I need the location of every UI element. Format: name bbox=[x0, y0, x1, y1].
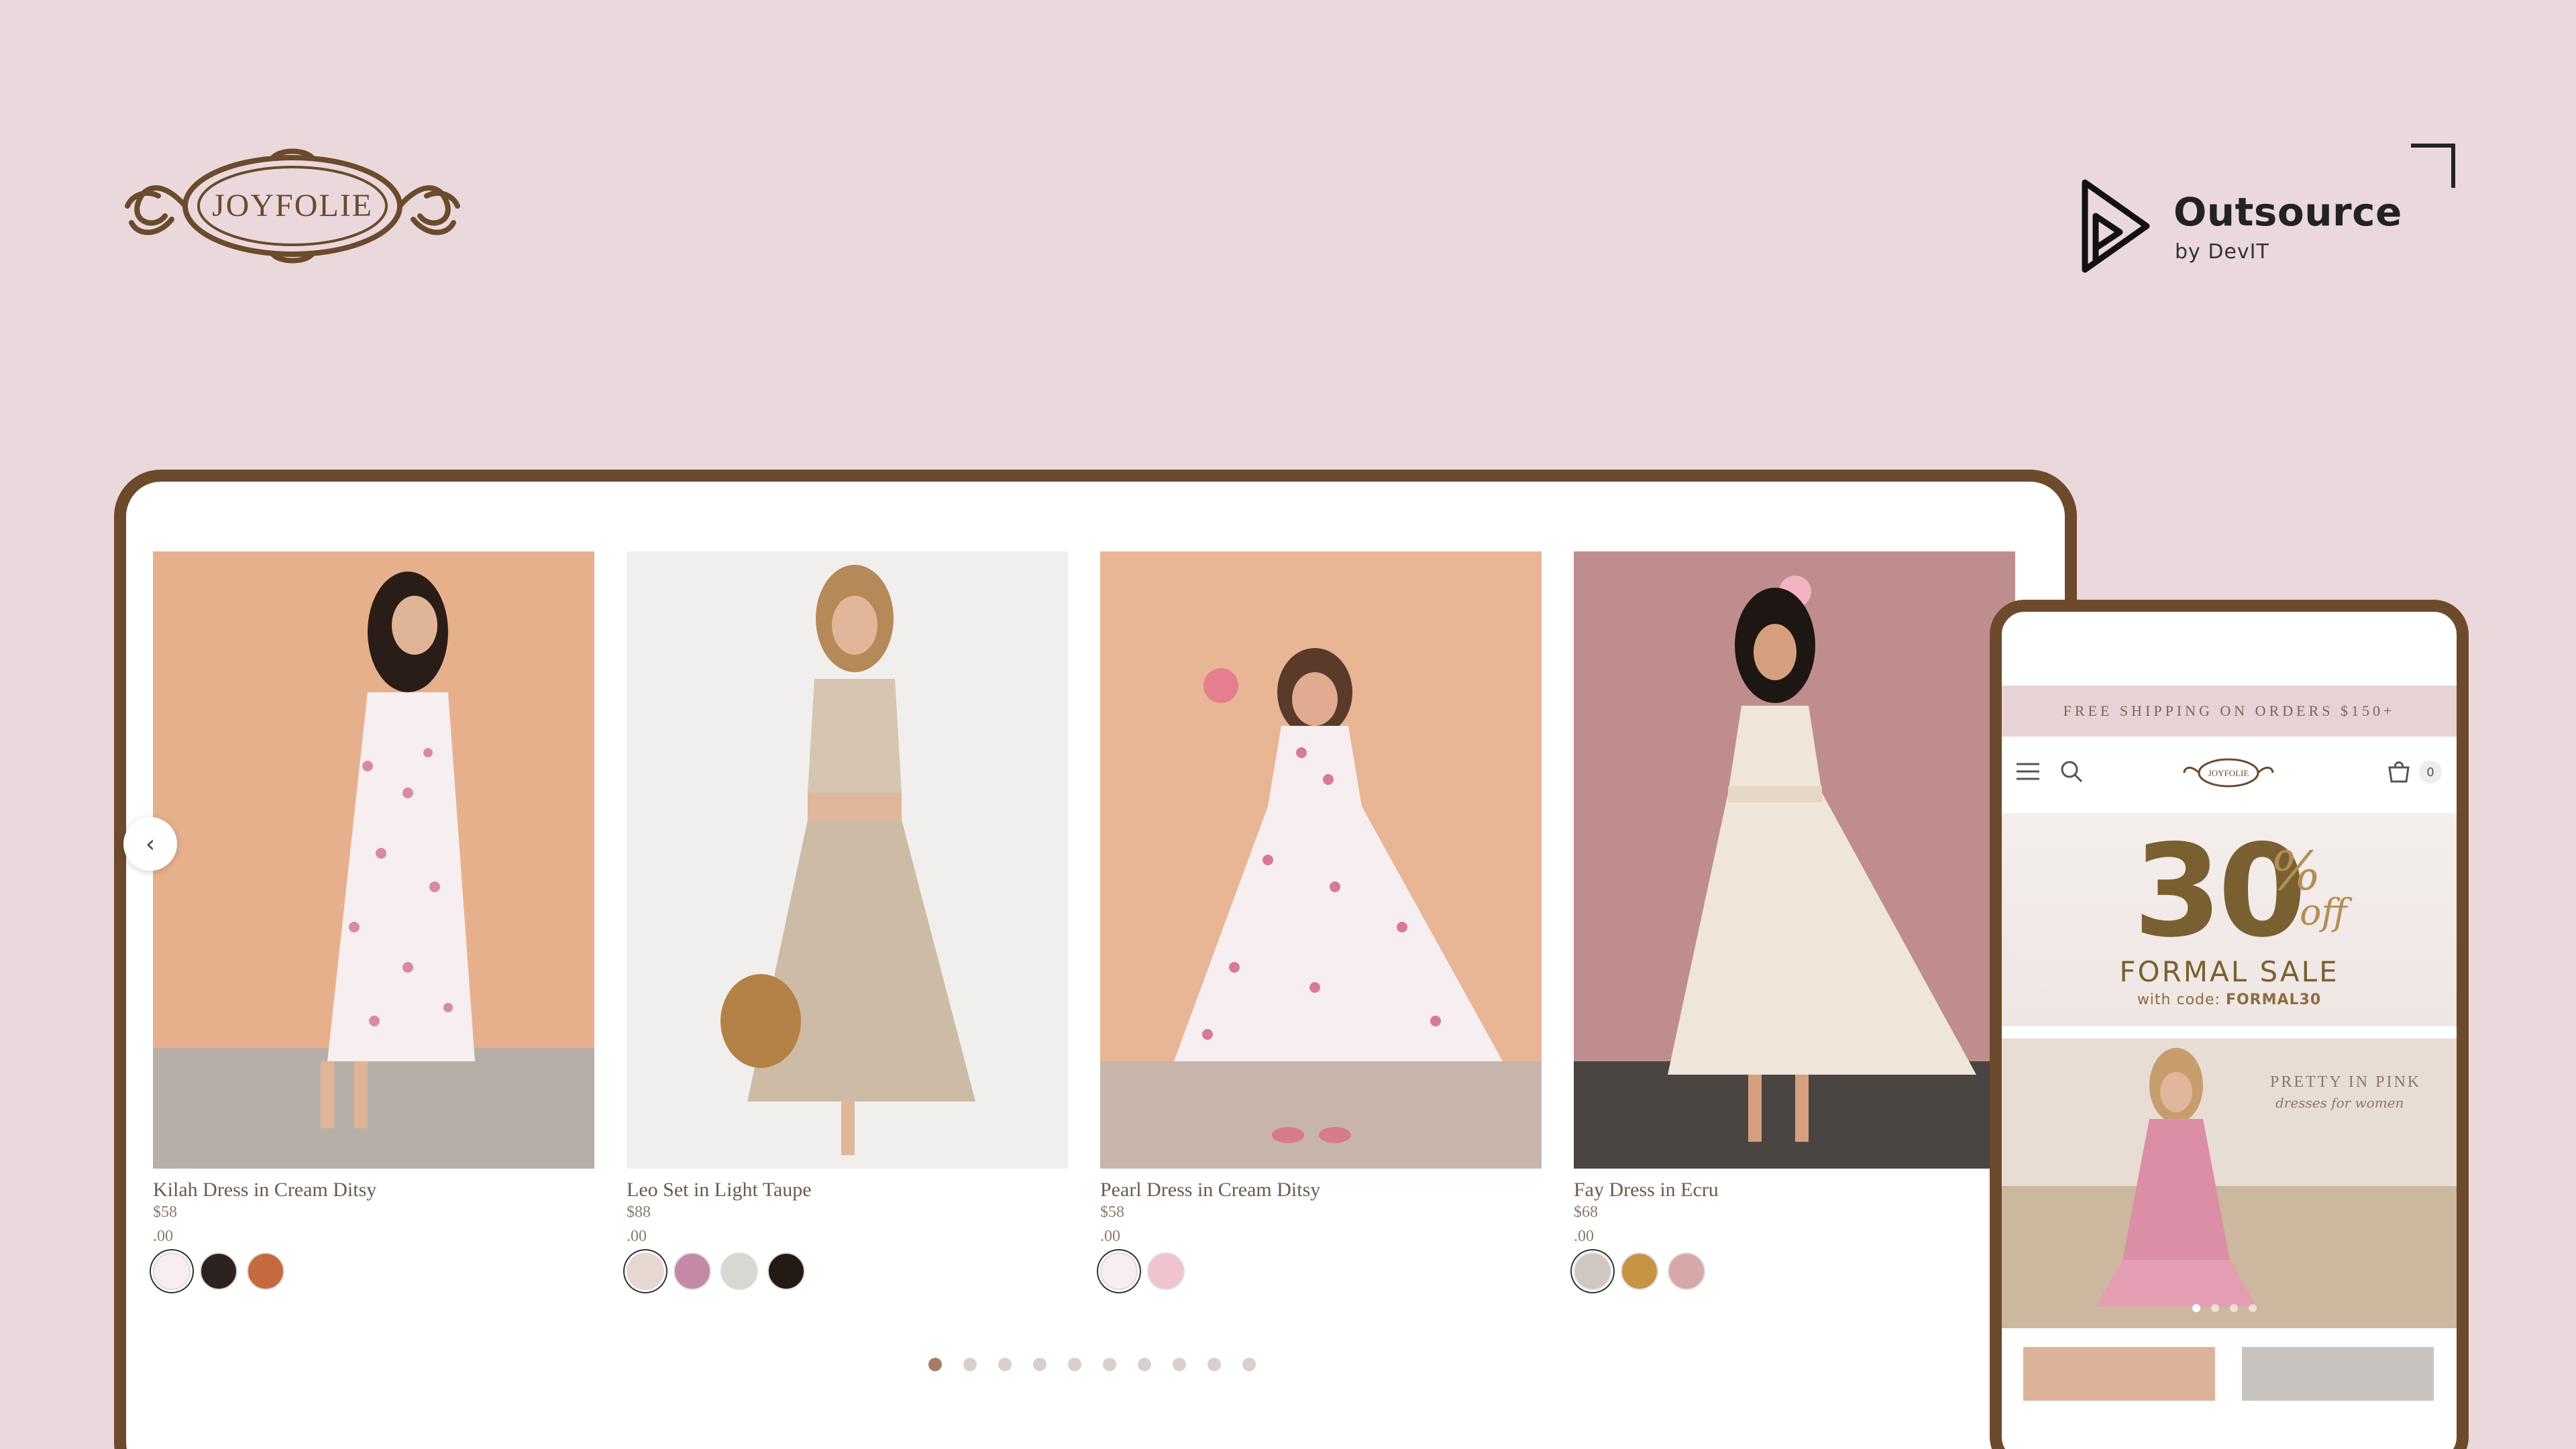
product-price: $58 bbox=[1100, 1203, 1124, 1221]
hero-pagination bbox=[2192, 1304, 2257, 1312]
color-swatch[interactable] bbox=[1668, 1252, 1705, 1290]
promo-code: FORMAL30 bbox=[2225, 991, 2322, 1008]
corner-bracket bbox=[2411, 144, 2455, 188]
partner-name: Outsource bbox=[2174, 189, 2402, 235]
color-swatches bbox=[1100, 1252, 1542, 1290]
product-price-cents: .00 bbox=[1100, 1227, 1120, 1245]
pagination-dot[interactable] bbox=[1103, 1358, 1116, 1371]
product-name[interactable]: Fay Dress in Ecru bbox=[1574, 1177, 2015, 1203]
product-price-cents: .00 bbox=[153, 1227, 173, 1245]
product-price: $58 bbox=[153, 1203, 177, 1221]
pagination-dot[interactable] bbox=[1068, 1358, 1081, 1371]
product-carousel: Kilah Dress in Cream Ditsy $58 .00 Leo S… bbox=[153, 551, 2031, 1356]
product-card[interactable]: Leo Set in Light Taupe $88 .00 bbox=[627, 551, 1068, 1290]
pagination-dot[interactable] bbox=[1138, 1358, 1151, 1371]
joyfolie-logo: JOYFOLIE bbox=[118, 142, 467, 270]
hero-title: PRETTY IN PINK bbox=[2270, 1073, 2422, 1091]
pagination-dot[interactable] bbox=[2192, 1304, 2200, 1312]
product-thumbnail[interactable] bbox=[2023, 1347, 2215, 1401]
color-swatch[interactable] bbox=[1147, 1252, 1185, 1290]
pagination-dot[interactable] bbox=[2211, 1304, 2219, 1312]
outsource-logo: Outsource by DevIT bbox=[2080, 176, 2455, 283]
product-card[interactable]: Kilah Dress in Cream Ditsy $58 .00 bbox=[153, 551, 594, 1290]
product-price-cents: .00 bbox=[1574, 1227, 1594, 1245]
search-icon[interactable] bbox=[2059, 759, 2084, 784]
promo-banner[interactable]: 30 % off FORMAL SALE with code: FORMAL30 bbox=[2002, 813, 2457, 1026]
promo-code-line: with code: FORMAL30 bbox=[2002, 991, 2457, 1008]
pagination-dot[interactable] bbox=[1173, 1358, 1186, 1371]
pagination-dot[interactable] bbox=[1208, 1358, 1221, 1371]
color-swatch[interactable] bbox=[1100, 1252, 1138, 1290]
hamburger-icon[interactable] bbox=[2017, 762, 2039, 781]
carousel-prev-button[interactable]: ‹ bbox=[123, 817, 177, 871]
product-price: $68 bbox=[1574, 1203, 1598, 1221]
shipping-banner: FREE SHIPPING ON ORDERS $150+ bbox=[2002, 686, 2457, 737]
carousel-pagination bbox=[928, 1358, 1256, 1371]
color-swatch[interactable] bbox=[1574, 1252, 1611, 1290]
product-image[interactable] bbox=[1574, 551, 2015, 1169]
product-thumbnail[interactable] bbox=[2242, 1347, 2434, 1401]
pagination-dot[interactable] bbox=[963, 1358, 977, 1371]
pagination-dot[interactable] bbox=[2249, 1304, 2257, 1312]
pagination-dot[interactable] bbox=[1033, 1358, 1046, 1371]
pagination-dot[interactable] bbox=[998, 1358, 1012, 1371]
hero-banner[interactable]: PRETTY IN PINK dresses for women bbox=[2002, 1038, 2457, 1328]
cart-count-badge[interactable]: 0 bbox=[2419, 761, 2442, 784]
chevron-left-icon: ‹ bbox=[145, 830, 156, 858]
product-name[interactable]: Pearl Dress in Cream Ditsy bbox=[1100, 1177, 1542, 1203]
promo-code-prefix: with code: bbox=[2137, 991, 2226, 1008]
color-swatches bbox=[1574, 1252, 2015, 1290]
promo-off-label: off bbox=[2300, 891, 2347, 933]
product-thumbnails bbox=[2023, 1347, 2434, 1401]
color-swatch[interactable] bbox=[627, 1252, 664, 1290]
product-image[interactable] bbox=[153, 551, 594, 1169]
joyfolie-logo[interactable]: JOYFOLIE bbox=[2182, 753, 2275, 793]
color-swatch[interactable] bbox=[247, 1252, 284, 1290]
product-price: $88 bbox=[627, 1203, 651, 1221]
color-swatch[interactable] bbox=[153, 1252, 191, 1290]
product-image[interactable] bbox=[627, 551, 1068, 1169]
color-swatches bbox=[153, 1252, 594, 1290]
color-swatch[interactable] bbox=[1621, 1252, 1658, 1290]
product-card[interactable]: Fay Dress in Ecru $68 .00 bbox=[1574, 551, 2015, 1290]
product-name[interactable]: Kilah Dress in Cream Ditsy bbox=[153, 1177, 594, 1203]
partner-subtitle: by DevIT bbox=[2175, 240, 2269, 264]
pagination-dot[interactable] bbox=[1242, 1358, 1256, 1371]
product-card[interactable]: Pearl Dress in Cream Ditsy $58 .00 bbox=[1100, 551, 1542, 1290]
promo-title: FORMAL SALE bbox=[2119, 955, 2339, 988]
color-swatch[interactable] bbox=[767, 1252, 805, 1290]
color-swatch[interactable] bbox=[720, 1252, 758, 1290]
product-name[interactable]: Leo Set in Light Taupe bbox=[627, 1177, 1068, 1203]
svg-text:JOYFOLIE: JOYFOLIE bbox=[2208, 768, 2249, 778]
color-swatch[interactable] bbox=[200, 1252, 237, 1290]
outsource-mark-icon bbox=[2080, 176, 2153, 276]
product-price-cents: .00 bbox=[627, 1227, 647, 1245]
product-image[interactable] bbox=[1100, 551, 1542, 1169]
mobile-header: JOYFOLIE 0 bbox=[2002, 737, 2457, 810]
color-swatches bbox=[627, 1252, 1068, 1290]
pagination-dot[interactable] bbox=[2230, 1304, 2238, 1312]
shopping-bag-icon[interactable] bbox=[2387, 759, 2411, 784]
hero-subtitle: dresses for women bbox=[2275, 1095, 2404, 1111]
color-swatch[interactable] bbox=[674, 1252, 711, 1290]
mobile-mockup: FREE SHIPPING ON ORDERS $150+ JOYFOLIE 0… bbox=[1990, 600, 2469, 1449]
pagination-dot[interactable] bbox=[928, 1358, 942, 1371]
svg-text:JOYFOLIE: JOYFOLIE bbox=[212, 188, 373, 223]
